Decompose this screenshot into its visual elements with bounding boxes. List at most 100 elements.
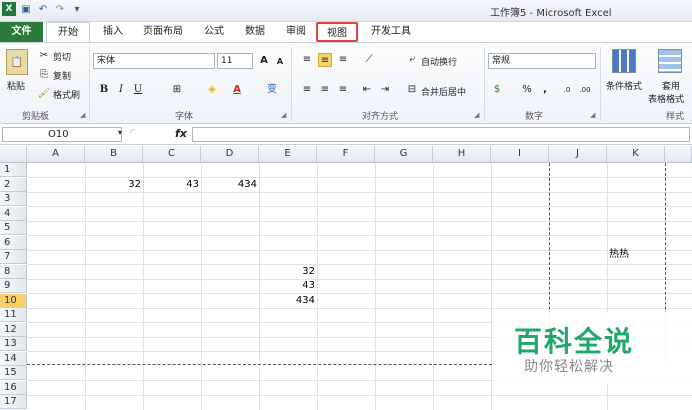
merge-center-icon[interactable]: ⊟ bbox=[405, 83, 419, 97]
row-header-5[interactable]: 5 bbox=[0, 221, 27, 236]
accounting-format-icon[interactable]: $ bbox=[490, 83, 504, 97]
cell-c2[interactable]: 43 bbox=[143, 178, 199, 192]
row-header-4[interactable]: 4 bbox=[0, 206, 27, 221]
tab-data[interactable]: 数据 bbox=[242, 22, 268, 42]
align-right-icon[interactable]: ≡ bbox=[336, 83, 350, 97]
row-header-16[interactable]: 16 bbox=[0, 380, 27, 395]
font-launcher-icon[interactable]: ◢ bbox=[281, 111, 286, 119]
row-header-11[interactable]: 11 bbox=[0, 308, 27, 323]
cut-icon[interactable]: ✂ bbox=[38, 49, 50, 61]
tab-file[interactable]: 文件 bbox=[0, 22, 43, 42]
row-header-9[interactable]: 9 bbox=[0, 279, 27, 294]
format-as-table-top-label[interactable]: 套用 bbox=[662, 79, 680, 92]
row-header-7[interactable]: 7 bbox=[0, 250, 27, 265]
tab-home[interactable]: 开始 bbox=[46, 22, 90, 42]
align-top-icon[interactable]: ≡ bbox=[300, 53, 314, 67]
row-header-12[interactable]: 12 bbox=[0, 322, 27, 337]
row-header-17[interactable]: 17 bbox=[0, 395, 27, 410]
decrease-indent-icon[interactable]: ⇤ bbox=[360, 83, 374, 97]
column-header-f[interactable]: F bbox=[317, 146, 375, 163]
row-header-8[interactable]: 8 bbox=[0, 264, 27, 279]
column-header-partial[interactable] bbox=[665, 146, 692, 163]
column-header-c[interactable]: C bbox=[143, 146, 201, 163]
cell-b2[interactable]: 32 bbox=[85, 178, 141, 192]
row-header-10[interactable]: 10 bbox=[0, 293, 27, 308]
row-header-14[interactable]: 14 bbox=[0, 351, 27, 366]
copy-icon[interactable]: ⎘ bbox=[38, 68, 50, 80]
customize-icon[interactable]: ▾ bbox=[70, 2, 84, 16]
paste-button[interactable]: 粘贴 bbox=[7, 79, 25, 92]
name-box-dropdown-icon[interactable]: ▾ bbox=[118, 128, 122, 137]
cell-e9[interactable]: 43 bbox=[259, 279, 315, 293]
underline-button[interactable]: U bbox=[131, 83, 145, 97]
cut-button[interactable]: 剪切 bbox=[53, 50, 71, 63]
row-header-3[interactable]: 3 bbox=[0, 192, 27, 207]
format-painter-button[interactable]: 格式刷 bbox=[53, 88, 80, 101]
font-name-select[interactable]: 宋体 bbox=[93, 53, 215, 69]
tab-page-layout[interactable]: 页面布局 bbox=[139, 22, 187, 42]
column-header-a[interactable]: A bbox=[27, 146, 85, 163]
copy-button[interactable]: 复制 bbox=[53, 69, 71, 82]
conditional-formatting-icon[interactable] bbox=[612, 49, 636, 73]
column-header-h[interactable]: H bbox=[433, 146, 491, 163]
formula-cancel-icon[interactable]: ◜ bbox=[130, 126, 134, 139]
align-left-icon[interactable]: ≡ bbox=[300, 83, 314, 97]
phonetic-icon[interactable]: 变 bbox=[265, 83, 279, 97]
row-header-6[interactable]: 6 bbox=[0, 235, 27, 250]
align-center-icon[interactable]: ≡ bbox=[318, 83, 332, 97]
font-size-select[interactable]: 11 bbox=[217, 53, 253, 69]
insert-function-icon[interactable]: fx bbox=[175, 127, 187, 140]
format-as-table-icon[interactable] bbox=[658, 49, 682, 73]
cell-d2[interactable]: 434 bbox=[201, 178, 257, 192]
row-header-15[interactable]: 15 bbox=[0, 366, 27, 381]
row-header-1[interactable]: 1 bbox=[0, 163, 27, 178]
comma-style-button[interactable]: , bbox=[538, 83, 552, 97]
excel-logo-icon[interactable]: X bbox=[2, 2, 16, 16]
wrap-text-icon[interactable]: ⤶ bbox=[405, 53, 419, 67]
percent-style-button[interactable]: % bbox=[520, 83, 534, 97]
column-header-b[interactable]: B bbox=[85, 146, 143, 163]
column-header-i[interactable]: I bbox=[491, 146, 549, 163]
clipboard-launcher-icon[interactable]: ◢ bbox=[80, 111, 85, 119]
cell-e10[interactable]: 434 bbox=[259, 294, 315, 308]
number-launcher-icon[interactable]: ◢ bbox=[590, 111, 595, 119]
cell-k7[interactable]: 热热 bbox=[607, 248, 665, 262]
italic-button[interactable]: I bbox=[114, 83, 128, 97]
wrap-text-button[interactable]: 自动换行 bbox=[421, 55, 457, 68]
font-color-icon[interactable]: A bbox=[230, 83, 244, 97]
save-icon[interactable]: ▣ bbox=[19, 2, 33, 16]
column-header-d[interactable]: D bbox=[201, 146, 259, 163]
decrease-decimal-icon[interactable]: .00 bbox=[578, 83, 592, 97]
undo-icon[interactable]: ↶ bbox=[36, 2, 50, 16]
tab-view[interactable]: 视图 bbox=[316, 22, 358, 42]
fill-color-icon[interactable]: ◈ bbox=[205, 83, 219, 97]
row-header-2[interactable]: 2 bbox=[0, 177, 27, 192]
format-as-table-button[interactable]: 表格格式 bbox=[648, 92, 684, 105]
tab-insert[interactable]: 插入 bbox=[100, 22, 126, 42]
formula-input[interactable] bbox=[192, 127, 690, 142]
tab-developer[interactable]: 开发工具 bbox=[367, 22, 415, 42]
format-painter-icon[interactable]: 🖌 bbox=[38, 87, 51, 99]
number-format-select[interactable]: 常规 bbox=[488, 53, 596, 69]
merge-center-button[interactable]: 合并后居中 bbox=[421, 85, 466, 98]
cell-e8[interactable]: 32 bbox=[259, 265, 315, 279]
align-bottom-icon[interactable]: ≡ bbox=[336, 53, 350, 67]
alignment-launcher-icon[interactable]: ◢ bbox=[474, 111, 479, 119]
tab-formulas[interactable]: 公式 bbox=[201, 22, 227, 42]
column-header-e[interactable]: E bbox=[259, 146, 317, 163]
orientation-icon[interactable]: ⟋ bbox=[362, 53, 376, 67]
bold-button[interactable]: B bbox=[97, 83, 111, 97]
increase-decimal-icon[interactable]: .0 bbox=[560, 83, 574, 97]
increase-indent-icon[interactable]: ⇥ bbox=[378, 83, 392, 97]
row-header-13[interactable]: 13 bbox=[0, 337, 27, 352]
grow-font-icon[interactable]: A bbox=[257, 54, 271, 68]
column-header-k[interactable]: K bbox=[607, 146, 665, 163]
align-middle-icon[interactable]: ≡ bbox=[318, 53, 332, 67]
select-all-corner[interactable] bbox=[0, 146, 27, 163]
column-header-j[interactable]: J bbox=[549, 146, 607, 163]
border-icon[interactable]: ⊞ bbox=[170, 83, 184, 97]
column-header-g[interactable]: G bbox=[375, 146, 433, 163]
paste-icon[interactable]: 📋 bbox=[6, 49, 28, 75]
shrink-font-icon[interactable]: A bbox=[273, 55, 287, 69]
name-box[interactable]: O10 bbox=[2, 127, 122, 142]
